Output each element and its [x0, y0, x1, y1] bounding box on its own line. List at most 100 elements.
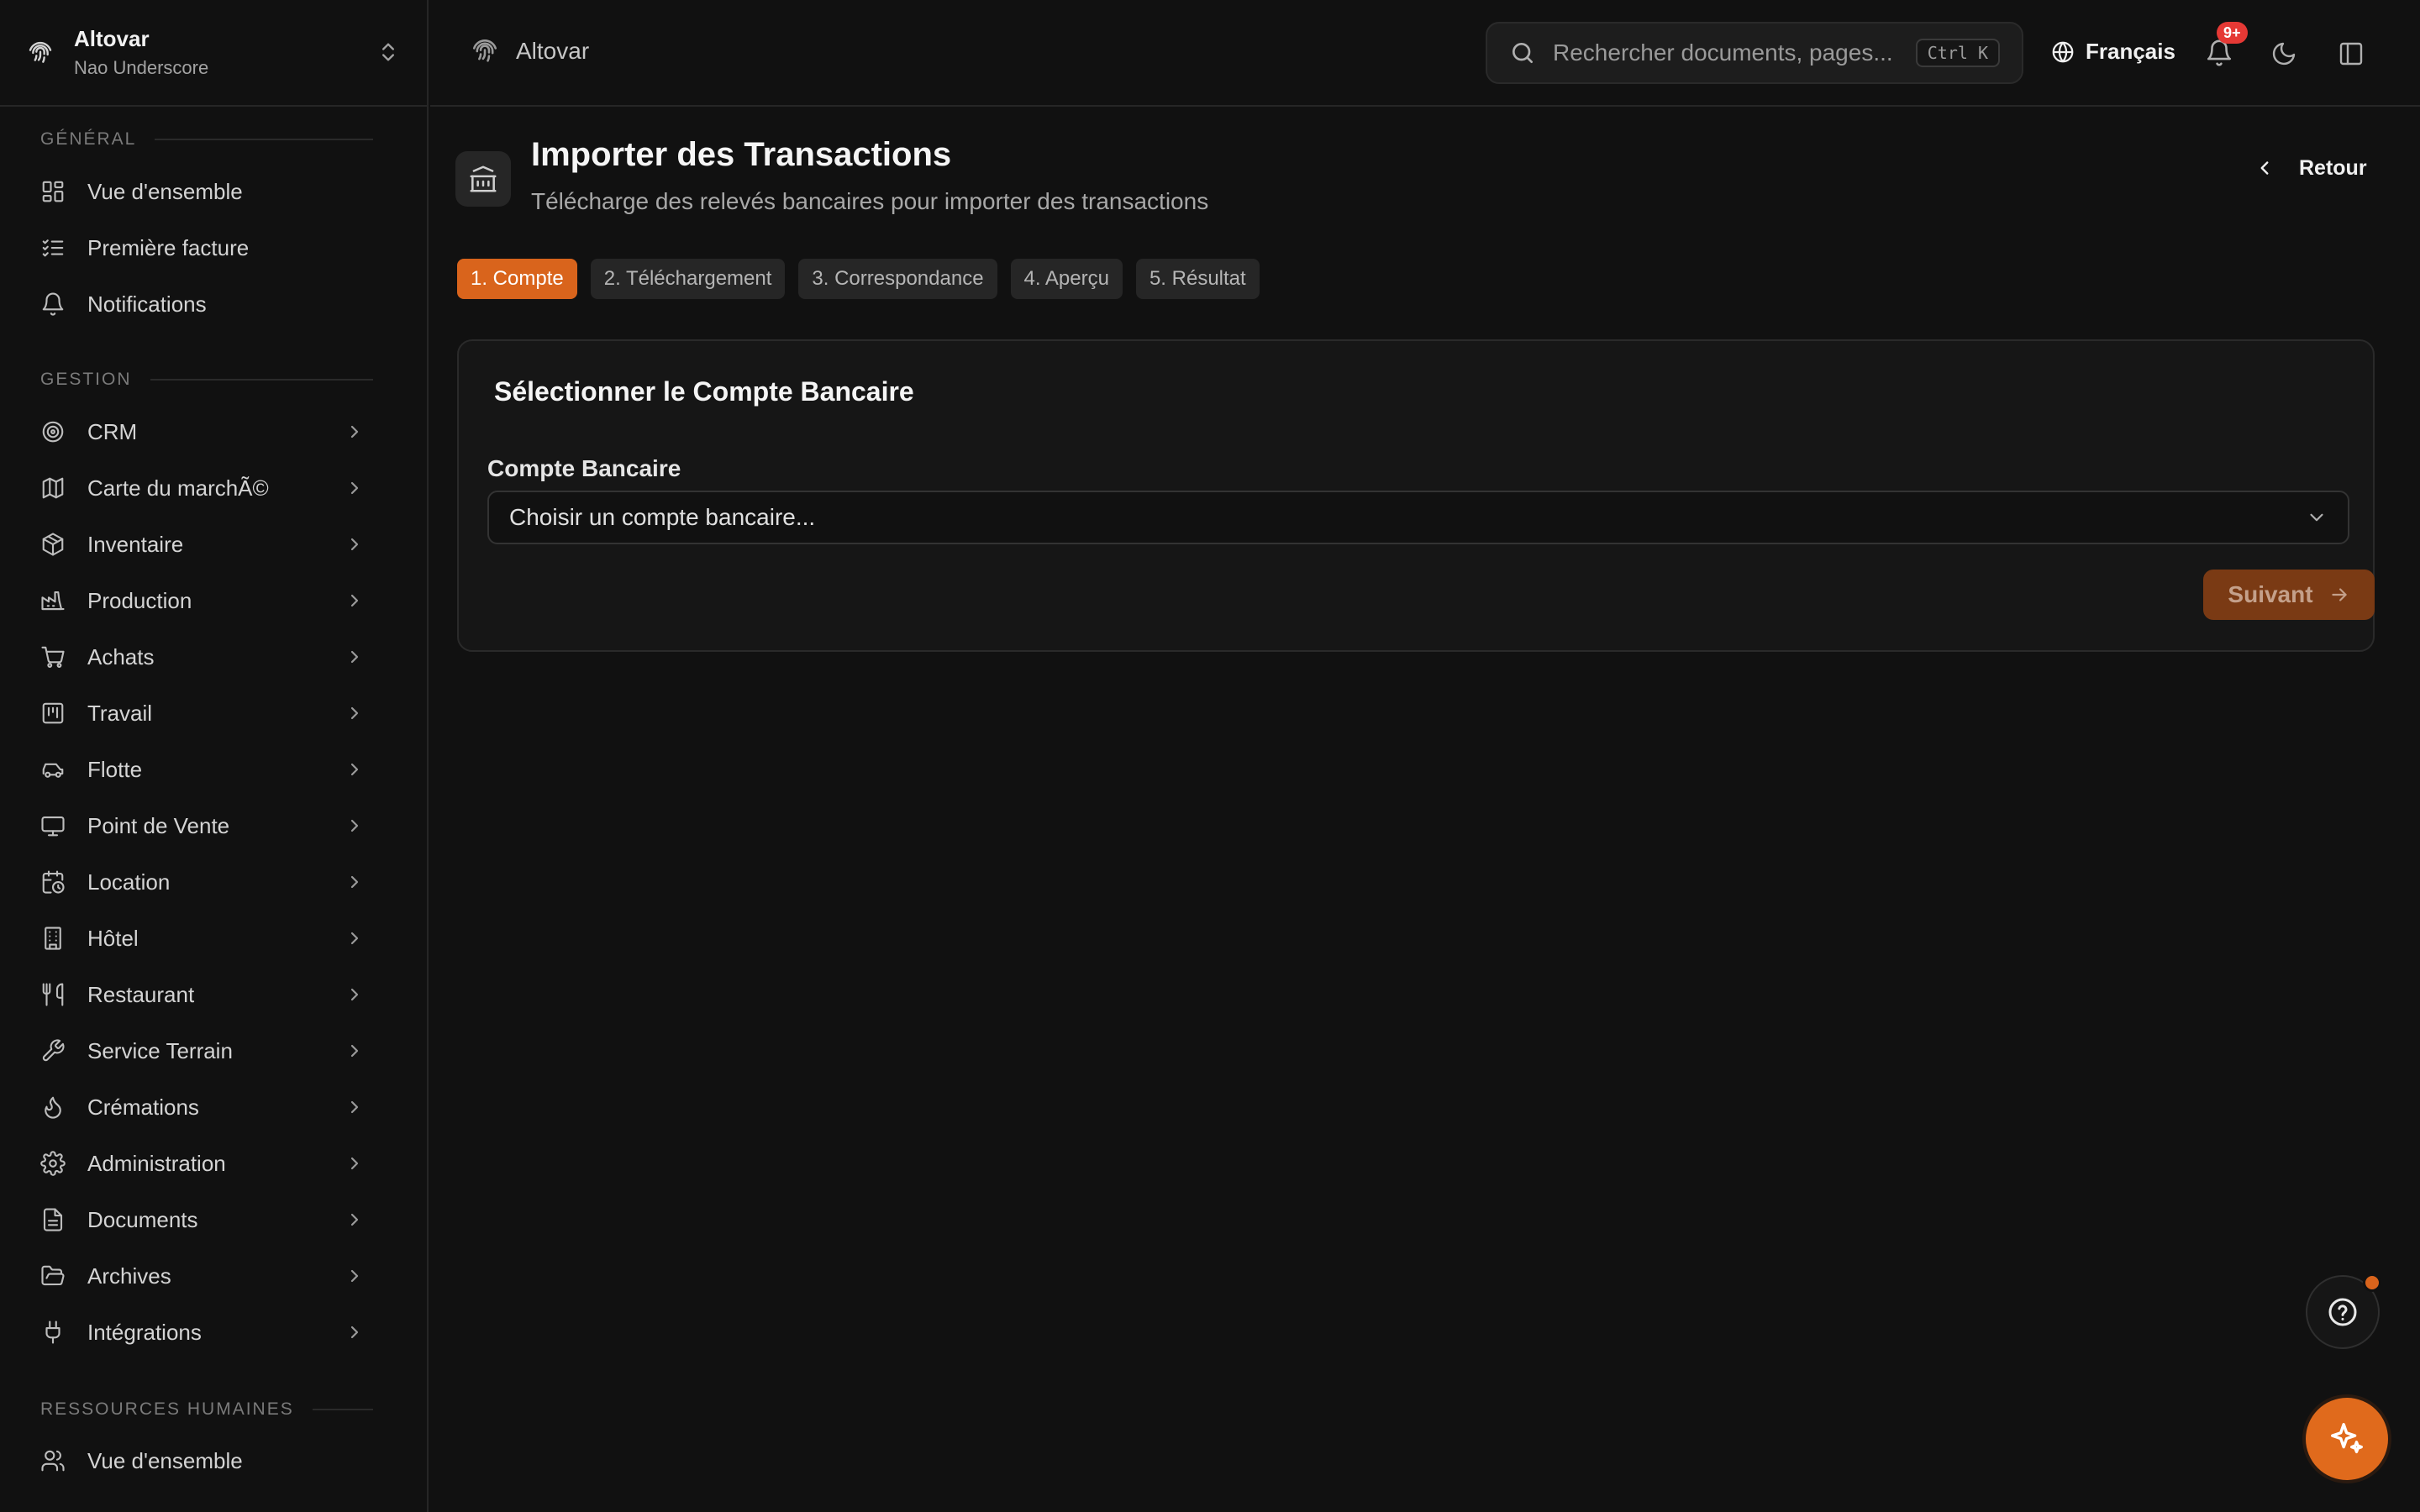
users-icon — [41, 1450, 65, 1472]
sidebar-item[interactable]: Restaurant — [27, 971, 380, 1018]
sidebar-item-label: Crémations — [87, 1094, 199, 1120]
sidebar-item-label: Vue d'ensemble — [87, 1447, 243, 1473]
divider — [155, 139, 373, 140]
chevron-right-icon — [350, 425, 359, 438]
sidebar-item[interactable]: Flotte — [27, 746, 380, 793]
section-label-text: RESSOURCES HUMAINES — [40, 1399, 294, 1419]
org-switcher[interactable]: Altovar Nao Underscore — [0, 0, 427, 107]
sidebar-item-label: Hôtel — [87, 925, 139, 951]
next-button[interactable]: Suivant — [2203, 570, 2375, 620]
sidebar-item[interactable]: Notifications — [27, 281, 380, 328]
car-icon — [42, 763, 64, 778]
chevron-right-icon — [350, 819, 359, 832]
plug-icon — [45, 1320, 60, 1344]
bank-account-select[interactable]: Choisir un compte bancaire... — [487, 491, 2349, 544]
sidebar-item[interactable]: Première facture — [27, 224, 380, 271]
package-icon — [42, 533, 64, 556]
sidebar-item[interactable]: Vue d'ensemble — [27, 1437, 380, 1484]
step-1[interactable]: 1. Compte — [457, 259, 577, 299]
step-5[interactable]: 5. Résultat — [1135, 259, 1260, 299]
sidebar-item[interactable]: Crémations — [27, 1084, 380, 1131]
moon-icon[interactable] — [2270, 40, 2297, 67]
flame-icon — [45, 1096, 61, 1119]
ai-assistant-button[interactable] — [2306, 1398, 2388, 1480]
sidebar-item[interactable]: Archives — [27, 1252, 380, 1299]
sidebar-item-label: Flotte — [87, 756, 143, 782]
fingerprint-icon — [472, 39, 497, 62]
sidebar-item-label: Notifications — [87, 291, 207, 317]
sidebar-item[interactable]: Location — [27, 858, 380, 906]
step-3[interactable]: 3. Correspondance — [798, 259, 997, 299]
sidebar-item[interactable]: Hôtel — [27, 915, 380, 962]
file-icon — [43, 1208, 63, 1231]
sidebar: Altovar Nao Underscore GÉNÉRAL Vue d'ens… — [0, 0, 429, 1512]
card-title: Sélectionner le Compte Bancaire — [494, 376, 914, 407]
sidebar-toggle-icon[interactable] — [2338, 40, 2365, 67]
chevron-right-icon — [350, 1157, 359, 1170]
sidebar-item-label: Inventaire — [87, 531, 184, 557]
bank-account-card: Sélectionner le Compte Bancaire Compte B… — [457, 339, 2375, 652]
breadcrumb[interactable]: Altovar — [471, 37, 589, 66]
org-names: Altovar Nao Underscore — [74, 26, 208, 79]
sidebar-item-label: Carte du marchÃ© — [87, 475, 269, 501]
chevron-right-icon — [350, 1100, 359, 1114]
sidebar-item[interactable]: Documents — [27, 1196, 380, 1243]
section-label-general: GÉNÉRAL — [40, 129, 373, 150]
fingerprint-icon — [29, 41, 52, 63]
sidebar-item[interactable]: Production — [27, 577, 380, 624]
user-name: Nao Underscore — [74, 57, 209, 78]
chevron-right-icon — [350, 1213, 359, 1226]
folder-open-icon — [41, 1265, 65, 1286]
calendar-clock-icon — [42, 870, 65, 894]
divider — [150, 379, 373, 381]
step-4[interactable]: 4. Aperçu — [1010, 259, 1123, 299]
back-button[interactable]: Retour — [2254, 144, 2367, 192]
chevron-right-icon — [350, 988, 359, 1001]
section-label-gestion: GESTION — [40, 370, 373, 390]
search-icon — [1512, 43, 1533, 63]
sidebar-item[interactable]: Vue d'ensemble — [27, 168, 380, 215]
language-selector[interactable]: Français — [2050, 39, 2175, 65]
sidebar-item-label: CRM — [87, 418, 138, 444]
sidebar-item[interactable]: Travail — [27, 690, 380, 737]
building-icon — [45, 927, 61, 950]
chevron-right-icon — [350, 538, 359, 551]
sidebar-item-label: Location — [87, 869, 171, 895]
sidebar-item[interactable]: Intégrations — [27, 1309, 380, 1356]
step-2[interactable]: 2. Téléchargement — [590, 259, 786, 299]
sidebar-item[interactable]: Carte du marchÃ© — [27, 465, 380, 512]
checklist-icon — [42, 239, 64, 257]
sidebar-item[interactable]: CRM — [27, 408, 380, 455]
sidebar-item[interactable]: Point de Vente — [27, 802, 380, 849]
chevrons-up-down-icon[interactable] — [376, 40, 400, 64]
chevron-right-icon — [350, 650, 359, 664]
main-content: Importer des Transactions Télécharge des… — [430, 108, 2420, 1512]
divider — [312, 1409, 373, 1410]
sidebar-item[interactable]: Service Terrain — [27, 1027, 380, 1074]
select-value: Choisir un compte bancaire... — [509, 504, 816, 530]
breadcrumb-label: Altovar — [516, 38, 590, 64]
dashboard-icon — [42, 181, 64, 202]
sidebar-item-label: Administration — [87, 1150, 226, 1176]
section-label-rh: RESSOURCES HUMAINES — [40, 1399, 373, 1420]
sidebar-item[interactable]: Achats — [27, 633, 380, 680]
notification-badge: 9+ — [2217, 22, 2248, 44]
target-icon — [42, 421, 64, 443]
bank-account-label: Compte Bancaire — [487, 455, 681, 481]
sidebar-item-label: Intégrations — [87, 1319, 202, 1345]
next-label: Suivant — [2228, 581, 2313, 607]
map-icon — [42, 477, 64, 499]
chevron-right-icon — [350, 763, 359, 776]
monitor-icon — [41, 816, 65, 837]
wrench-icon — [42, 1039, 65, 1062]
search-shortcut: Ctrl K — [1915, 39, 2000, 67]
search-input[interactable]: Rechercher documents, pages... Ctrl K — [1486, 22, 2023, 84]
arrow-right-icon — [2331, 588, 2347, 601]
sparkles-icon — [2331, 1423, 2363, 1454]
sidebar-item[interactable]: Administration — [27, 1140, 380, 1187]
chevron-right-icon — [350, 594, 359, 607]
sidebar-item-label: Vue d'ensemble — [87, 178, 243, 204]
kanban-icon — [42, 702, 64, 724]
app-root: Altovar Nao Underscore GÉNÉRAL Vue d'ens… — [0, 0, 2420, 1512]
sidebar-item[interactable]: Inventaire — [27, 521, 380, 568]
